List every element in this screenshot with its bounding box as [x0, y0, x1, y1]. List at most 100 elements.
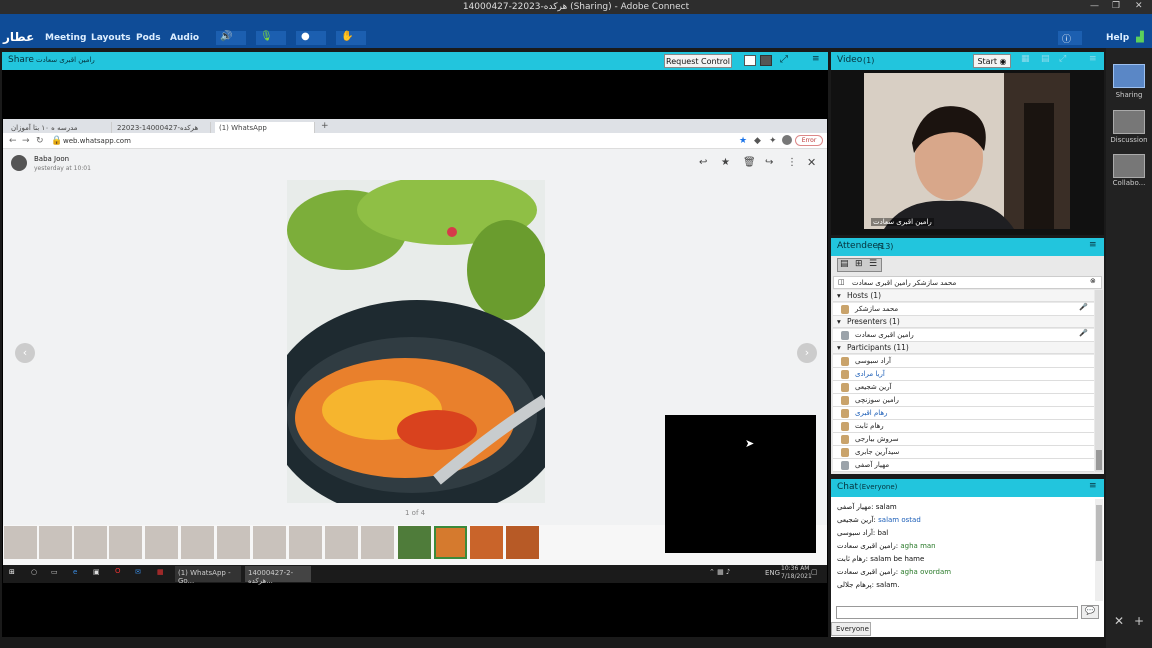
raise-hand-button[interactable]: ✋ — [336, 31, 366, 45]
media-thumbnail[interactable] — [253, 526, 286, 559]
store-icon[interactable]: ▣ — [93, 568, 100, 576]
browser-error-badge[interactable]: Error — [795, 135, 823, 146]
menu-help[interactable]: Help — [1106, 33, 1129, 43]
extension-icon[interactable]: ◆ — [754, 136, 761, 146]
webcam-button[interactable]: ● — [296, 31, 326, 45]
media-thumbnail[interactable] — [361, 526, 394, 559]
menu-meeting[interactable]: Meeting — [45, 33, 86, 43]
menu-audio[interactable]: Audio — [170, 33, 199, 43]
media-thumbnail[interactable] — [217, 526, 250, 559]
close-viewer-icon[interactable]: ✕ — [807, 156, 816, 169]
more-options-icon[interactable]: ⋮ — [787, 157, 797, 168]
attendees-scrollbar[interactable] — [1095, 290, 1103, 472]
start-video-button[interactable]: Start ◉ — [973, 54, 1011, 68]
layout-discussion-thumbnail[interactable] — [1113, 110, 1145, 134]
media-thumbnail[interactable] — [4, 526, 37, 559]
grid-view-icon[interactable]: ▦ — [1021, 54, 1030, 64]
mail-icon[interactable]: ✉ — [135, 568, 141, 576]
media-thumbnail[interactable] — [39, 526, 72, 559]
clock-time[interactable]: 10:36 AM — [781, 565, 809, 572]
delete-icon[interactable]: 🗑 — [743, 157, 756, 168]
chat-scroll-thumb[interactable] — [1096, 505, 1102, 561]
chat-scrollbar[interactable] — [1095, 499, 1103, 601]
group-hosts[interactable]: ▾ Hosts (1) — [833, 290, 1094, 302]
layout-sharing-label[interactable]: Sharing — [1106, 91, 1152, 99]
new-tab-icon[interactable]: + — [321, 121, 329, 131]
previous-media-icon[interactable]: ‹ — [15, 343, 35, 363]
bookmark-star-icon[interactable]: ★ — [739, 136, 747, 146]
fullscreen-icon[interactable]: ⤢ — [780, 54, 788, 65]
list-view-icon[interactable]: ▤ — [840, 259, 849, 269]
breakout-icon[interactable]: ⊞ — [855, 259, 863, 269]
notification-icon[interactable]: ▢ — [811, 568, 818, 576]
search-icon[interactable]: ○ — [31, 568, 37, 576]
speaker-button[interactable]: 🔊 — [216, 31, 246, 45]
actual-size-icon[interactable] — [760, 55, 772, 66]
close-icon[interactable]: ✕ — [1135, 1, 1143, 11]
puzzle-icon[interactable]: ✦ — [769, 136, 777, 146]
group-presenters[interactable]: ▾ Presenters (1) — [833, 316, 1094, 328]
close-panel-icon[interactable]: ✕ — [1114, 614, 1124, 628]
tray-icons[interactable]: ⌃ ▦ ♪ — [709, 568, 730, 576]
attendee-row[interactable]: سروش بیارجی — [833, 433, 1094, 446]
add-layout-icon[interactable]: + — [1134, 614, 1144, 628]
chat-pod-options-icon[interactable]: ≡ — [1089, 481, 1097, 491]
reload-icon[interactable]: ↻ — [36, 136, 44, 146]
forward-message-icon[interactable]: ↪ — [765, 157, 773, 168]
layout-collaboration-label[interactable]: Collabo... — [1106, 179, 1152, 187]
back-icon[interactable]: ← — [9, 136, 17, 146]
taskbar-whatsapp-item[interactable]: (1) WhatsApp - Go... — [175, 566, 241, 585]
clear-status-icon[interactable]: ⊗ — [1090, 277, 1096, 285]
pod-options-icon[interactable]: ≡ — [812, 54, 820, 64]
media-thumbnail[interactable] — [109, 526, 142, 559]
attendee-row[interactable]: رهام ثابت — [833, 420, 1094, 433]
attendees-scroll-thumb[interactable] — [1096, 450, 1102, 470]
media-thumbnail[interactable] — [398, 526, 431, 559]
fit-width-icon[interactable] — [744, 55, 756, 66]
current-user-row[interactable]: ◫ محمد سازشکر رامین اقبری سعادت ⊗ — [833, 276, 1102, 289]
group-participants[interactable]: ▾ Participants (11) — [833, 342, 1094, 354]
attendee-row[interactable]: محمد سازشکر 🎤 — [833, 303, 1094, 316]
attendee-row[interactable]: مهیار آصفی — [833, 459, 1094, 472]
media-thumbnail[interactable] — [325, 526, 358, 559]
video-pod-options-icon[interactable]: ≡ — [1089, 54, 1097, 64]
attendee-row[interactable]: رامین اقبری سعادت 🎤 — [833, 329, 1094, 342]
clock-date[interactable]: 7/18/2021 — [781, 573, 812, 580]
media-thumbnail-selected[interactable] — [434, 526, 467, 559]
forward-icon[interactable]: → — [22, 136, 30, 146]
profile-avatar[interactable] — [782, 135, 792, 145]
edge-icon[interactable]: e — [73, 568, 77, 576]
minimize-icon[interactable]: — — [1090, 1, 1099, 11]
attendee-row[interactable]: رامین سوزنچی — [833, 394, 1094, 407]
address-bar[interactable]: web.whatsapp.com — [63, 137, 131, 145]
language-indicator[interactable]: ENG — [765, 569, 780, 577]
office-icon[interactable]: ▦ — [157, 568, 164, 576]
chat-recipient-tab[interactable]: Everyone — [831, 622, 871, 636]
microphone-button[interactable]: 🎙 — [256, 31, 286, 45]
windows-start-icon[interactable]: ⊞ — [9, 568, 15, 576]
reply-icon[interactable]: ↩ — [699, 157, 707, 168]
status-view-icon[interactable]: ☰ — [869, 259, 877, 269]
attendee-row[interactable]: رهام اقبری — [833, 407, 1094, 420]
chat-input[interactable] — [836, 606, 1078, 619]
status-button[interactable]: ⓘ — [1058, 31, 1082, 45]
star-icon[interactable]: ★ — [721, 157, 730, 168]
task-view-icon[interactable]: ▭ — [51, 568, 58, 576]
next-media-icon[interactable]: › — [797, 343, 817, 363]
layout-collaboration-thumbnail[interactable] — [1113, 154, 1145, 178]
menu-pods[interactable]: Pods — [136, 33, 161, 43]
attendee-row[interactable]: سیدآرین جابری — [833, 446, 1094, 459]
filmstrip-view-icon[interactable]: ▤ — [1041, 54, 1050, 64]
media-thumbnail[interactable] — [145, 526, 178, 559]
attendee-row[interactable]: آراد سبوسی — [833, 355, 1094, 368]
opera-icon[interactable]: O — [115, 567, 121, 575]
send-message-button[interactable]: 💬 — [1081, 605, 1099, 619]
media-thumbnail[interactable] — [470, 526, 503, 559]
media-thumbnail[interactable] — [289, 526, 322, 559]
taskbar-connect-item[interactable]: 14000427-2-هرکده... — [245, 566, 311, 585]
menu-layouts[interactable]: Layouts — [91, 33, 131, 43]
maximize-icon[interactable]: ❐ — [1112, 1, 1120, 11]
request-control-button[interactable]: Request Control — [664, 54, 732, 68]
attendee-row[interactable]: آریا مرادی — [833, 368, 1094, 381]
video-fullscreen-icon[interactable]: ⤢ — [1059, 54, 1066, 64]
